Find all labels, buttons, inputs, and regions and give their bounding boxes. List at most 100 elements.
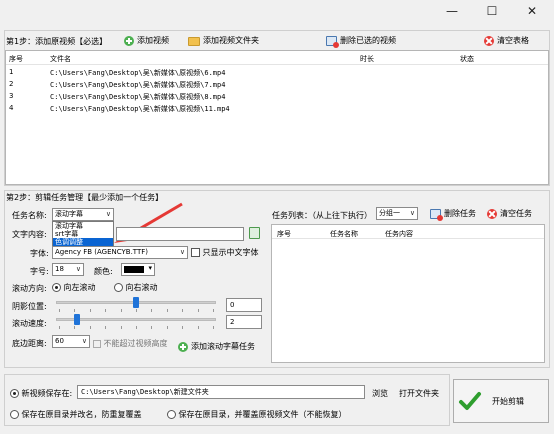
slider-tick [74,309,76,312]
font-select[interactable]: Agency FB (AGENCYB.TTF) ∨ [52,246,188,259]
color-picker[interactable]: ▾ [121,263,155,276]
chevron-down-icon: ∨ [409,209,415,217]
bottom-hint-check [93,339,101,348]
bottom-hint: 不能超过视频高度 [93,338,168,349]
add-video-label: 添加视频 [137,36,169,45]
text-file-icon[interactable] [249,227,260,239]
task-col-content: 任务内容 [385,230,413,238]
save-path-input[interactable]: C:\Users\Fang\Desktop\新建文件夹 [77,385,365,399]
add-video-button[interactable]: 添加视频 [124,33,169,49]
delete-selected-label: 删除已选的视频 [340,36,396,45]
task-table-header: 序号 任务名称 任务内容 [272,225,544,239]
radio-selected-icon [10,389,19,398]
open-folder-button[interactable]: 打开文件夹 [399,388,439,399]
clear-table-label: 清空表格 [497,36,529,45]
save-new-radio[interactable]: 新视频保存在: [10,388,72,399]
col-filename: 文件名 [50,55,71,63]
group-value: 分组一 [379,209,400,217]
text-content-input[interactable] [116,227,244,241]
save-overwrite-radio[interactable]: 保存在原目录，并覆盖原视频文件（不能恢复） [167,409,347,420]
scroll-left-label: 向左滚动 [63,283,96,292]
delete-video-icon [326,36,339,48]
minimize-button[interactable]: — [432,0,472,24]
add-folder-label: 添加视频文件夹 [203,36,259,45]
only-chinese-checkbox[interactable]: 只显示中文字体 [191,247,259,258]
delete-task-button[interactable]: 删除任务 [430,206,476,222]
speed-value-input[interactable]: 2 [226,315,262,329]
dropdown-option[interactable]: srt字幕 [53,230,113,238]
col-status: 状态 [460,55,474,63]
slider-tick [105,326,107,329]
color-swatch [124,266,144,273]
row-index: 3 [9,92,14,100]
close-button[interactable]: ✕ [512,0,552,24]
size-value: 18 [55,265,64,273]
table-row[interactable]: 3 C:\Users\Fang\Desktop\吴\新媒体\原视频\8.mp4 [8,92,548,104]
table-row[interactable]: 1 C:\Users\Fang\Desktop\吴\新媒体\原视频\6.mp4 [8,68,548,80]
shadow-value-input[interactable]: 0 [226,298,262,312]
row-index: 4 [9,104,14,112]
dropdown-option-highlighted[interactable]: 色调调整 [53,238,113,246]
bottom-distance-select[interactable]: 60 ∨ [52,335,90,348]
slider-tick [213,309,214,312]
plus-icon [124,36,134,46]
dropdown-option[interactable]: 滚动字幕 [53,222,113,230]
slider-tick [213,326,214,329]
speed-slider-thumb[interactable] [74,314,81,325]
chevron-down-icon: ∨ [81,337,87,345]
shadow-slider-thumb[interactable] [133,297,139,308]
slider-tick [197,326,199,329]
table-row[interactable]: 2 C:\Users\Fang\Desktop\吴\新媒体\原视频\7.mp4 [8,80,548,92]
row-file: C:\Users\Fang\Desktop\吴\新媒体\原视频\7.mp4 [50,81,226,89]
add-folder-button[interactable]: 添加视频文件夹 [188,33,259,49]
task-list-label: 任务列表：（从上往下执行） [272,211,372,220]
clear-table-button[interactable]: 清空表格 [484,33,529,49]
slider-tick [89,326,91,329]
step1-label: 第1步：添加原视频【必选】 [6,37,108,46]
radio-icon [10,410,19,419]
checkmark-icon [459,392,481,410]
slider-tick [105,309,107,312]
radio-selected-icon [52,283,61,292]
delete-task-label: 删除任务 [444,209,476,218]
video-table-header: 序号 文件名 时长 状态 [6,51,548,65]
bottom-hint-text: 不能超过视频高度 [103,339,168,348]
clear-icon [487,209,497,219]
maximize-button[interactable]: ☐ [472,0,512,24]
slider-tick [136,326,137,329]
size-label: 字号: [30,267,49,276]
slider-tick [59,309,60,312]
start-label: 开始剪辑 [492,397,524,406]
radio-icon [114,283,123,292]
slider-tick [166,326,168,329]
delete-selected-button[interactable]: 删除已选的视频 [326,33,396,49]
slider-tick [59,326,60,329]
task-name-select[interactable]: 滚动字幕 ∨ [52,208,114,221]
clear-task-button[interactable]: 清空任务 [487,206,532,222]
folder-icon [188,36,200,46]
scroll-direction-label: 滚动方向: [12,284,47,293]
clear-task-label: 清空任务 [500,209,532,218]
task-name-value: 滚动字幕 [55,210,83,218]
delete-task-icon [430,209,443,221]
row-index: 1 [9,68,14,76]
table-row[interactable]: 4 C:\Users\Fang\Desktop\吴\新媒体\原视频\11.mp4 [8,104,548,116]
scroll-right-radio[interactable]: 向右滚动 [114,282,158,293]
size-select[interactable]: 18 ∨ [52,263,84,276]
font-label: 字体: [30,249,49,258]
slider-tick [74,326,76,329]
col-duration: 时长 [360,55,374,63]
save-rename-radio[interactable]: 保存在原目录并改名，防重复覆盖 [10,409,142,420]
slider-tick [136,309,137,312]
task-table[interactable] [271,224,545,363]
group-select[interactable]: 分组一 ∨ [376,207,418,220]
slider-tick [120,326,122,329]
only-chinese-label: 只显示中文字体 [202,248,259,257]
add-task-button[interactable]: 添加滚动字幕任务 [178,339,255,355]
slider-tick [166,309,168,312]
start-button[interactable]: 开始剪辑 [453,379,549,423]
slider-tick [120,309,122,312]
browse-button[interactable]: 浏览 [372,388,388,399]
scroll-left-radio[interactable]: 向左滚动 [52,282,96,293]
shadow-label: 阴影位置: [12,302,47,311]
